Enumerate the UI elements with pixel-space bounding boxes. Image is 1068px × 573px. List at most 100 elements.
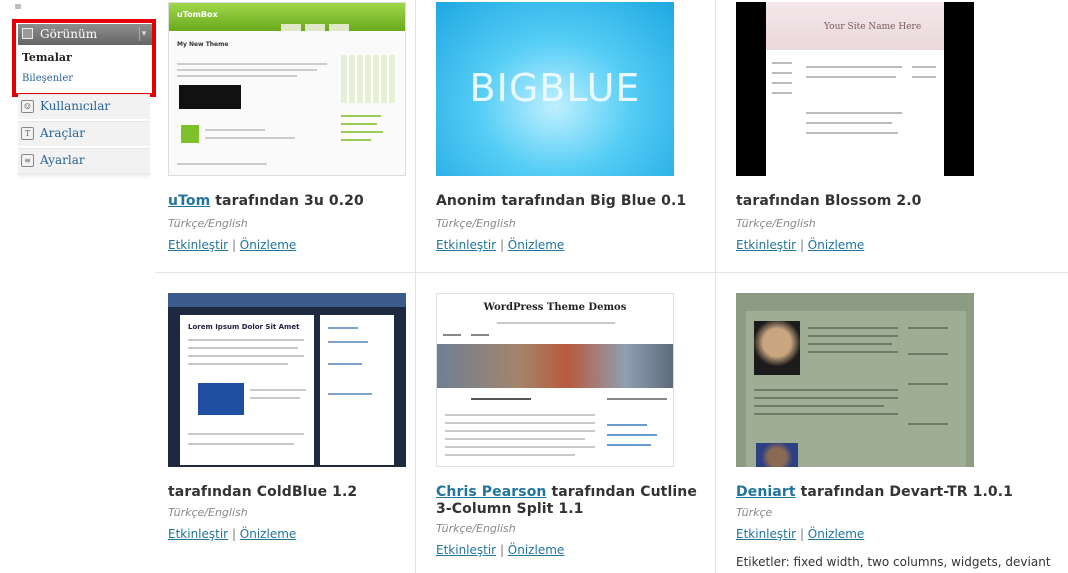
thumb-icon <box>181 125 199 143</box>
thumb-text <box>445 422 595 424</box>
separator: | <box>228 238 240 252</box>
separator: | <box>796 238 808 252</box>
thumb-heading: WordPress Theme Demos <box>483 302 627 313</box>
theme-actions: Etkinleştir | Önizleme <box>736 238 864 252</box>
theme-title-text: tarafından 3u 0.20 <box>210 193 364 209</box>
theme-screenshot-blossom[interactable]: Your Site Name Here <box>736 2 974 176</box>
preview-link[interactable]: Önizleme <box>240 527 296 541</box>
theme-screenshot-bigblue[interactable]: BIGBLUE <box>436 2 674 176</box>
thumb-text <box>188 363 288 365</box>
thumb-nav <box>281 24 301 31</box>
thumb-text <box>806 122 892 124</box>
thumb-text <box>754 413 898 415</box>
thumb-text <box>328 393 372 395</box>
thumb-text <box>341 139 371 141</box>
sidebar-item-label: Ayarlar <box>40 153 85 167</box>
activate-link[interactable]: Etkinleştir <box>736 238 796 252</box>
separator: | <box>796 527 808 541</box>
thumb-text <box>607 444 651 446</box>
thumb-header <box>168 293 406 307</box>
theme-screenshot-devart[interactable] <box>736 293 974 467</box>
preview-link[interactable]: Önizleme <box>240 238 296 252</box>
thumb-text <box>806 112 902 114</box>
sidebar-item-users[interactable]: ☺ Kullanıcılar <box>18 94 150 119</box>
thumb-logo: uTomBox <box>177 10 218 19</box>
thumb-text <box>912 66 936 68</box>
thumb-photo <box>756 443 798 467</box>
thumb-text <box>808 343 892 345</box>
sidebar-item-tools[interactable]: T Araçlar <box>18 121 150 146</box>
theme-title: Deniart tarafından Devart-TR 1.0.1 <box>736 484 1013 500</box>
thumb-text <box>177 69 317 71</box>
preview-link[interactable]: Önizleme <box>808 238 864 252</box>
preview-link[interactable]: Önizleme <box>508 238 564 252</box>
theme-title: Chris Pearson tarafından Cutline 3-Colum… <box>436 484 714 518</box>
activate-link[interactable]: Etkinleştir <box>736 527 796 541</box>
theme-screenshot-3u[interactable]: uTomBox My New Theme <box>168 2 406 176</box>
theme-actions: Etkinleştir | Önizleme <box>168 527 296 541</box>
thumb-post-title: My New Theme <box>177 41 229 48</box>
thumb-text <box>205 129 265 131</box>
theme-actions: Etkinleştir | Önizleme <box>436 238 564 252</box>
thumb-text <box>341 123 377 125</box>
sidebar-item-settings[interactable]: ≡ Ayarlar <box>18 148 150 173</box>
theme-language: Türkçe/English <box>168 217 248 230</box>
thumb-text <box>607 398 667 400</box>
thumb-text <box>908 353 948 355</box>
theme-title: tarafından ColdBlue 1.2 <box>168 484 358 500</box>
thumb-text <box>808 327 898 329</box>
sidebar-shadow <box>18 173 150 179</box>
theme-actions: Etkinleştir | Önizleme <box>736 527 864 541</box>
thumb-text <box>754 397 898 399</box>
thumb-text <box>188 347 298 349</box>
sidebar-item-label: Araçlar <box>40 126 86 140</box>
thumb-text <box>188 443 294 445</box>
theme-language: Türkçe/English <box>736 217 816 230</box>
theme-actions: Etkinleştir | Önizleme <box>168 238 296 252</box>
theme-screenshot-coldblue[interactable]: Lorem Ipsum Dolor Sit Amet <box>168 293 406 467</box>
thumb-text <box>177 63 327 65</box>
theme-language: Türkçe/English <box>436 217 516 230</box>
thumb-text <box>445 430 595 432</box>
admin-sidebar: Görünüm ▾ Temalar Bileşenler ☺ Kullanıcı… <box>0 0 156 573</box>
activate-link[interactable]: Etkinleştir <box>436 238 496 252</box>
activate-link[interactable]: Etkinleştir <box>168 238 228 252</box>
thumb-heading: Lorem Ipsum Dolor Sit Amet <box>188 323 300 331</box>
theme-author-link[interactable]: Chris Pearson <box>436 484 546 500</box>
thumb-text <box>188 355 304 357</box>
highlight-box <box>12 19 156 97</box>
thumb-banner <box>179 85 241 109</box>
theme-author-link[interactable]: Deniart <box>736 484 796 500</box>
thumb-nav <box>471 334 489 336</box>
thumb-text <box>772 72 792 74</box>
activate-link[interactable]: Etkinleştir <box>436 543 496 557</box>
thumb-text <box>912 76 936 78</box>
thumb-text <box>445 446 595 448</box>
theme-language: Türkçe/English <box>436 522 516 535</box>
theme-author-link[interactable]: uTom <box>168 193 210 209</box>
thumb-sidebar <box>320 315 394 465</box>
thumb-text <box>188 433 304 435</box>
thumb-text <box>908 423 948 425</box>
preview-link[interactable]: Önizleme <box>508 543 564 557</box>
thumb-text <box>328 327 358 329</box>
column-divider <box>715 0 716 573</box>
thumb-text <box>445 438 585 440</box>
preview-link[interactable]: Önizleme <box>808 527 864 541</box>
thumb-nav <box>443 334 461 336</box>
collapse-menu-icon[interactable] <box>15 4 21 9</box>
thumb-site-title: Your Site Name Here <box>824 22 922 32</box>
thumb-text <box>328 363 362 365</box>
activate-link[interactable]: Etkinleştir <box>168 527 228 541</box>
separator: | <box>496 238 508 252</box>
thumb-text <box>250 389 306 391</box>
thumb-text <box>806 76 896 78</box>
thumb-text <box>250 397 300 399</box>
thumb-nav <box>305 24 325 31</box>
thumb-text <box>445 414 595 416</box>
theme-screenshot-cutline[interactable]: WordPress Theme Demos <box>436 293 674 467</box>
thumb-text <box>607 434 657 436</box>
thumb-calendar <box>341 55 397 103</box>
thumb-bigblue-text: BIGBLUE <box>469 66 641 110</box>
thumb-text <box>497 322 615 324</box>
